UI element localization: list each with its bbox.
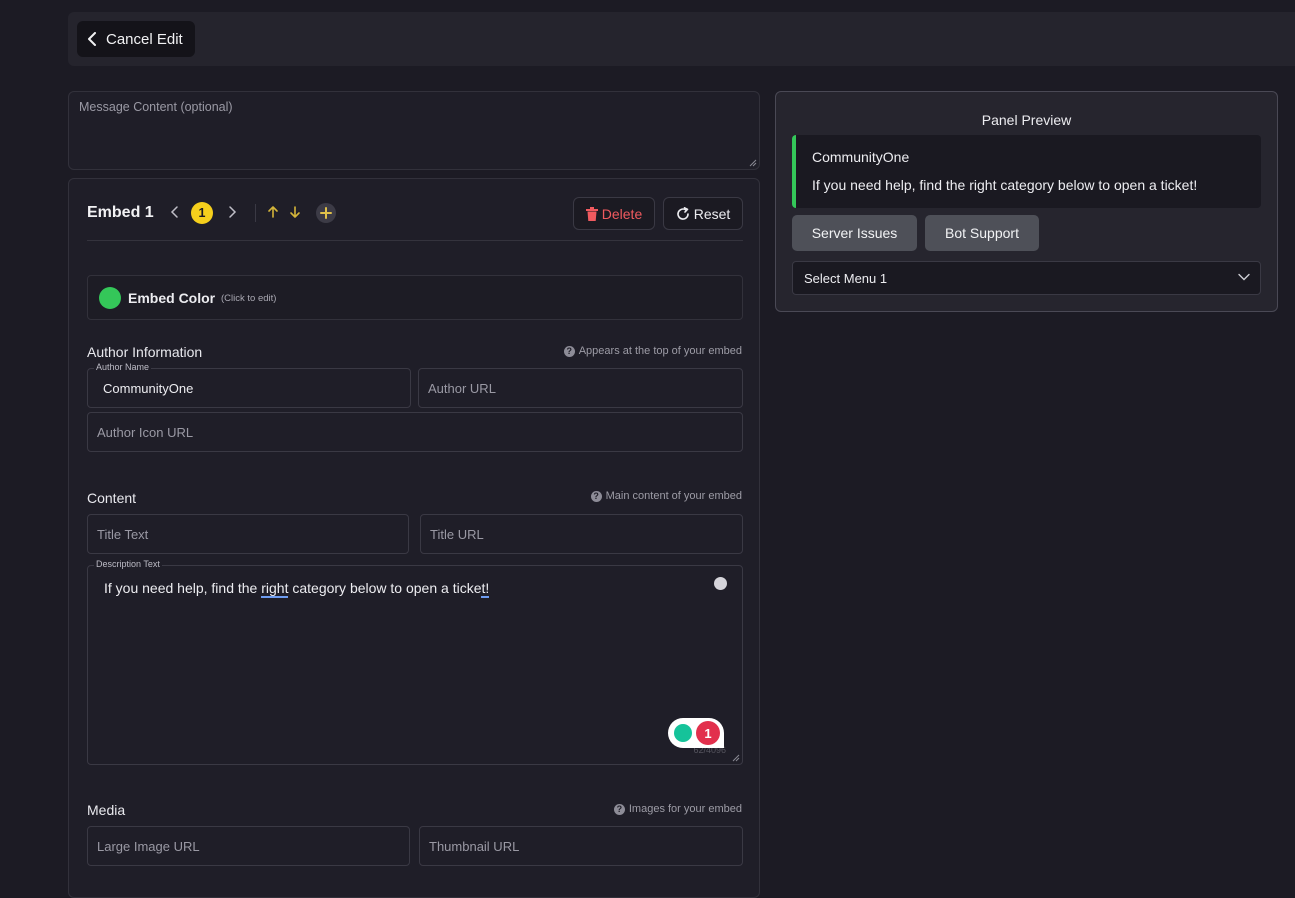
message-content-input[interactable]: Message Content (optional) — [68, 91, 760, 170]
title-text-input[interactable]: Title Text — [87, 514, 409, 554]
arrow-down-icon[interactable] — [288, 205, 302, 219]
arrow-up-icon[interactable] — [266, 205, 280, 219]
help-icon: ? — [563, 345, 575, 357]
author-name-label: Author Name — [94, 362, 152, 372]
embed-color-picker[interactable]: Embed Color (Click to edit) — [87, 275, 743, 320]
grammar-assistant-widget[interactable]: 1 — [668, 718, 724, 748]
media-hint-text: Images for your embed — [628, 803, 742, 815]
plus-icon — [320, 207, 332, 219]
author-name-value: CommunityOne — [103, 381, 194, 396]
delete-label: Delete — [601, 205, 643, 222]
panel-preview: Panel Preview CommunityOne If you need h… — [775, 91, 1278, 312]
chevron-right-icon[interactable] — [226, 205, 238, 219]
description-value: If you need help, find the right categor… — [104, 580, 490, 598]
header-divider — [87, 240, 743, 241]
content-section-hint: ? Main content of your embed — [590, 490, 742, 502]
thumbnail-url-input[interactable]: Thumbnail URL — [419, 826, 743, 866]
author-section-title: Author Information — [87, 344, 203, 360]
chevron-left-icon[interactable] — [169, 205, 181, 219]
description-label: Description Text — [94, 559, 162, 569]
content-section-title: Content — [87, 490, 137, 506]
cancel-edit-label: Cancel Edit — [106, 30, 183, 48]
media-section-title: Media — [87, 802, 126, 818]
embed-title: Embed 1 — [87, 204, 154, 221]
help-icon: ? — [590, 490, 602, 502]
content-hint-text: Main content of your embed — [605, 490, 742, 502]
thumbnail-url-placeholder: Thumbnail URL — [429, 839, 520, 854]
media-section-hint: ? Images for your embed — [613, 803, 742, 815]
preview-button-server-issues[interactable]: Server Issues — [792, 215, 917, 251]
title-url-input[interactable]: Title URL — [420, 514, 743, 554]
delete-embed-button[interactable]: Delete — [573, 197, 655, 230]
title-url-placeholder: Title URL — [430, 527, 484, 542]
author-icon-url-input[interactable]: Author Icon URL — [87, 412, 743, 452]
spellcheck-underline: right — [261, 580, 289, 598]
embed-color-swatch[interactable] — [99, 287, 121, 309]
large-image-url-placeholder: Large Image URL — [97, 839, 200, 854]
preview-select-menu[interactable]: Select Menu 1 — [792, 261, 1261, 295]
reset-embed-button[interactable]: Reset — [663, 197, 743, 230]
embed-color-hint: (Click to edit) — [221, 293, 277, 304]
cancel-edit-button[interactable]: Cancel Edit — [77, 21, 195, 57]
embed-index-badge: 1 — [191, 202, 213, 224]
top-bar: Cancel Edit — [68, 12, 1295, 66]
resize-grip-icon[interactable] — [732, 754, 740, 762]
chevron-down-icon — [1238, 273, 1250, 281]
preview-select-value: Select Menu 1 — [804, 271, 888, 286]
help-icon: ? — [613, 803, 625, 815]
author-name-input[interactable]: Author Name CommunityOne — [87, 362, 411, 408]
author-section-hint: ? Appears at the top of your embed — [563, 345, 742, 357]
preview-button-bot-support[interactable]: Bot Support — [925, 215, 1039, 251]
grammar-issue-count: 1 — [696, 721, 720, 745]
author-hint-text: Appears at the top of your embed — [578, 345, 742, 357]
preview-description: If you need help, find the right categor… — [812, 177, 1198, 193]
add-embed-button[interactable] — [316, 203, 336, 223]
embed-editor-panel: Embed 1 1 Delete Reset Embed Color (Clic… — [68, 178, 760, 898]
large-image-url-input[interactable]: Large Image URL — [87, 826, 410, 866]
resize-grip-icon[interactable] — [749, 159, 757, 167]
title-text-placeholder: Title Text — [97, 527, 149, 542]
message-content-placeholder: Message Content (optional) — [79, 100, 233, 114]
emoji-icon[interactable] — [714, 577, 727, 590]
author-url-placeholder: Author URL — [428, 381, 496, 396]
preview-embed: CommunityOne If you need help, find the … — [792, 135, 1261, 208]
preview-author: CommunityOne — [812, 149, 910, 165]
author-url-input[interactable]: Author URL — [418, 368, 743, 408]
spellcheck-underline: t! — [481, 580, 490, 598]
author-icon-url-placeholder: Author Icon URL — [97, 425, 194, 440]
embed-color-label: Embed Color — [128, 290, 216, 306]
toolbar-divider — [255, 204, 256, 222]
chevron-left-icon — [88, 32, 96, 46]
description-textarea[interactable]: Description Text If you need help, find … — [87, 559, 743, 765]
grammar-logo-icon — [674, 724, 692, 742]
refresh-icon — [676, 206, 689, 220]
preview-title: Panel Preview — [981, 112, 1072, 128]
reset-label: Reset — [693, 205, 731, 222]
trash-icon — [585, 206, 598, 221]
